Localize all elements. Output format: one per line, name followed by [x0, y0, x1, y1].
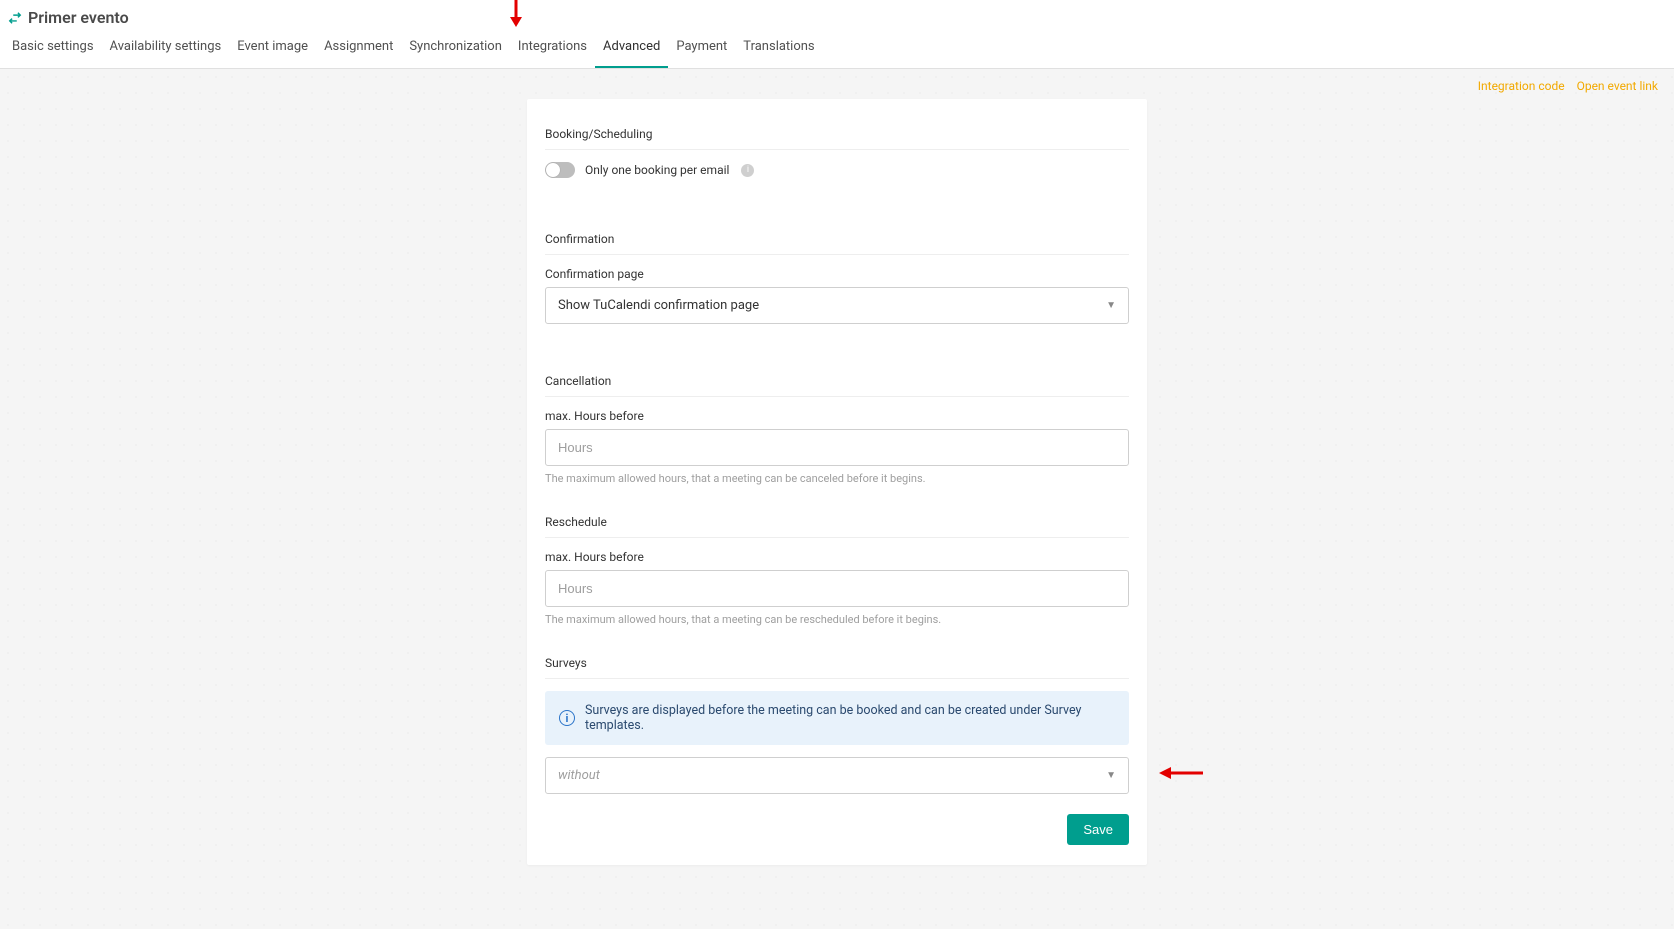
section-title-cancellation: Cancellation [545, 368, 1129, 397]
toggle-label: Only one booking per email [585, 163, 729, 177]
tab-assignment[interactable]: Assignment [316, 29, 401, 68]
cancellation-hours-input-wrap [545, 429, 1129, 466]
tabs-bar: Basic settings Availability settings Eve… [0, 29, 1674, 68]
toggle-one-booking-per-email[interactable] [545, 162, 575, 178]
cancellation-hours-input[interactable] [558, 440, 1116, 455]
info-icon[interactable]: i [741, 164, 754, 177]
surveys-value: without [558, 768, 600, 783]
tab-basic-settings[interactable]: Basic settings [4, 29, 102, 68]
tab-availability-settings[interactable]: Availability settings [102, 29, 230, 68]
section-title-surveys: Surveys [545, 650, 1129, 679]
page-title: Primer evento [28, 8, 129, 27]
integration-code-link[interactable]: Integration code [1478, 79, 1565, 93]
tab-synchronization[interactable]: Synchronization [401, 29, 510, 68]
reschedule-hours-input-wrap [545, 570, 1129, 607]
tab-event-image[interactable]: Event image [229, 29, 316, 68]
confirmation-page-label: Confirmation page [545, 267, 1129, 281]
section-title-confirmation: Confirmation [545, 226, 1129, 255]
info-circle-icon: i [559, 710, 575, 726]
surveys-select[interactable]: without ▼ [545, 757, 1129, 794]
tab-payment[interactable]: Payment [668, 29, 735, 68]
tab-translations[interactable]: Translations [735, 29, 822, 68]
section-title-reschedule: Reschedule [545, 509, 1129, 538]
reschedule-hours-input[interactable] [558, 581, 1116, 596]
cancellation-helper-text: The maximum allowed hours, that a meetin… [545, 472, 1129, 485]
cancellation-hours-label: max. Hours before [545, 409, 1129, 423]
tab-advanced[interactable]: Advanced [595, 29, 668, 68]
chevron-down-icon: ▼ [1106, 770, 1116, 781]
confirmation-page-select[interactable]: Show TuCalendi confirmation page ▼ [545, 287, 1129, 324]
annotation-arrow-left-icon [1155, 764, 1205, 782]
settings-card: Booking/Scheduling Only one booking per … [527, 99, 1147, 865]
annotation-arrow-down-icon [505, 0, 527, 29]
reschedule-helper-text: The maximum allowed hours, that a meetin… [545, 613, 1129, 626]
reschedule-hours-label: max. Hours before [545, 550, 1129, 564]
swap-icon [8, 11, 22, 25]
confirmation-page-value: Show TuCalendi confirmation page [558, 298, 759, 313]
surveys-info-banner: i Surveys are displayed before the meeti… [545, 691, 1129, 745]
section-title-booking: Booking/Scheduling [545, 121, 1129, 150]
surveys-info-text: Surveys are displayed before the meeting… [585, 703, 1115, 733]
chevron-down-icon: ▼ [1106, 300, 1116, 311]
open-event-link[interactable]: Open event link [1577, 79, 1658, 93]
tab-integrations[interactable]: Integrations [510, 29, 595, 68]
save-button[interactable]: Save [1067, 814, 1129, 845]
